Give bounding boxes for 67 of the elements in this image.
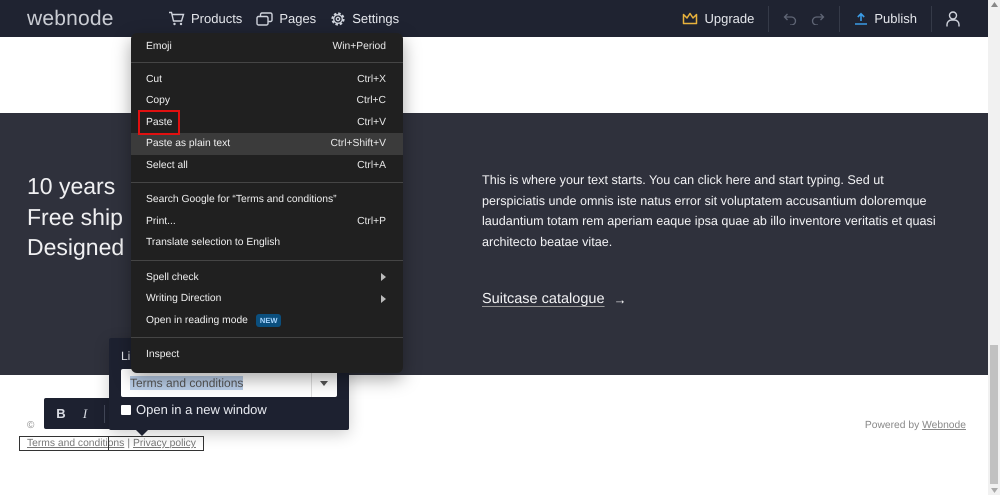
checkbox-label: Open in a new window [136, 402, 267, 417]
publish-button[interactable]: Publish [854, 11, 917, 26]
menu-item-label: Spell check [146, 272, 199, 283]
cart-icon [168, 11, 185, 26]
menu-item-label: Select all [146, 160, 188, 171]
menu-item[interactable]: Writing Direction [131, 288, 403, 310]
user-icon[interactable] [946, 10, 960, 26]
menu-item-label: Emoji [146, 41, 172, 52]
format-button[interactable]: B [50, 406, 72, 421]
menu-item[interactable]: Spell check [131, 266, 403, 288]
menu-item-label: Inspect [146, 349, 180, 360]
upgrade-button[interactable]: Upgrade [682, 11, 754, 26]
menu-item[interactable]: Select all Ctrl+A [131, 154, 403, 176]
menu-item-label: Search Google for “Terms and conditions” [146, 194, 337, 206]
crown-icon [682, 12, 698, 25]
feature-heading: Free ship [27, 202, 123, 232]
menu-item-label: Open in reading mode [146, 314, 248, 326]
menu-item-label: Copy [146, 95, 170, 106]
nav-button[interactable]: Products [168, 10, 242, 26]
shortcut-text: Win+Period [332, 41, 386, 52]
checkbox[interactable] [121, 404, 131, 414]
menu-item[interactable]: Print... Ctrl+P [131, 210, 403, 232]
nav-button[interactable]: Pages [256, 10, 316, 26]
catalogue-link[interactable]: Suitcase catalogue [482, 291, 605, 307]
separator-text: | [127, 438, 130, 449]
footer-link[interactable]: Privacy policy [133, 438, 196, 449]
shortcut-text: Ctrl+X [357, 74, 386, 85]
shortcut-text: Ctrl+A [357, 160, 386, 171]
menu-item[interactable]: Paste Ctrl+V [131, 112, 403, 133]
menu-item[interactable]: Cut Ctrl+X [131, 68, 403, 90]
feature-heading: 10 years [27, 172, 116, 201]
redo-icon[interactable] [811, 12, 826, 24]
menu-item-label: Translate selection to English [146, 237, 280, 248]
shortcut-text: Ctrl+C [356, 95, 386, 106]
menu-item-label: Print... [146, 216, 176, 227]
shortcut-text: Ctrl+Shift+V [330, 138, 386, 150]
menu-item[interactable]: Copy Ctrl+C [131, 90, 403, 112]
scrollbar-thumb[interactable] [990, 345, 998, 484]
logo[interactable]: webnode [27, 6, 168, 30]
scroll-up-icon[interactable] [990, 2, 998, 7]
menu-item[interactable]: Translate selection to English [131, 232, 403, 254]
menu-item-label: Writing Direction [146, 293, 222, 304]
menu-item-label: Cut [146, 74, 162, 85]
pages-icon [256, 12, 274, 26]
shortcut-text: Ctrl+V [357, 116, 386, 128]
menu-item[interactable]: Paste as plain text Ctrl+Shift+V [131, 133, 403, 154]
menu-item[interactable]: Inspect [131, 344, 403, 366]
upload-icon [854, 12, 868, 25]
body-paragraph: This is where your text starts. You can click here and start typing. Sed ut perspiciatis unde omnis iste natus error sit voluptatem accusantium doloremque laudantium totam rem aperiam eaque ipsa quae ab illo inventore veritatis et quasi architecto beatae vitae. [482, 172, 937, 250]
menu-item-label: Paste as plain text [146, 138, 230, 150]
field-value: Terms and conditions [130, 376, 244, 390]
field-label: Li [121, 349, 130, 363]
shortcut-text: Ctrl+P [357, 216, 386, 227]
feature-heading: Designed [27, 233, 124, 262]
nav-button[interactable]: Settings [330, 10, 400, 26]
copyright-text: © [27, 420, 36, 431]
menu-item[interactable]: Emoji Win+Period [131, 36, 403, 58]
menu-item-label: Paste [138, 110, 180, 135]
webnode-link[interactable]: Webnode [922, 420, 966, 431]
settings-icon [330, 10, 346, 26]
undo-icon[interactable] [783, 12, 798, 24]
scroll-down-icon[interactable] [990, 488, 998, 493]
caret-icon[interactable] [320, 380, 328, 386]
arrow-glyph: → [614, 292, 627, 306]
format-button[interactable]: I [74, 406, 96, 422]
powered-by-text: Powered by Webnode [864, 420, 966, 433]
menu-item[interactable]: Search Google for “Terms and conditions” [131, 189, 403, 210]
